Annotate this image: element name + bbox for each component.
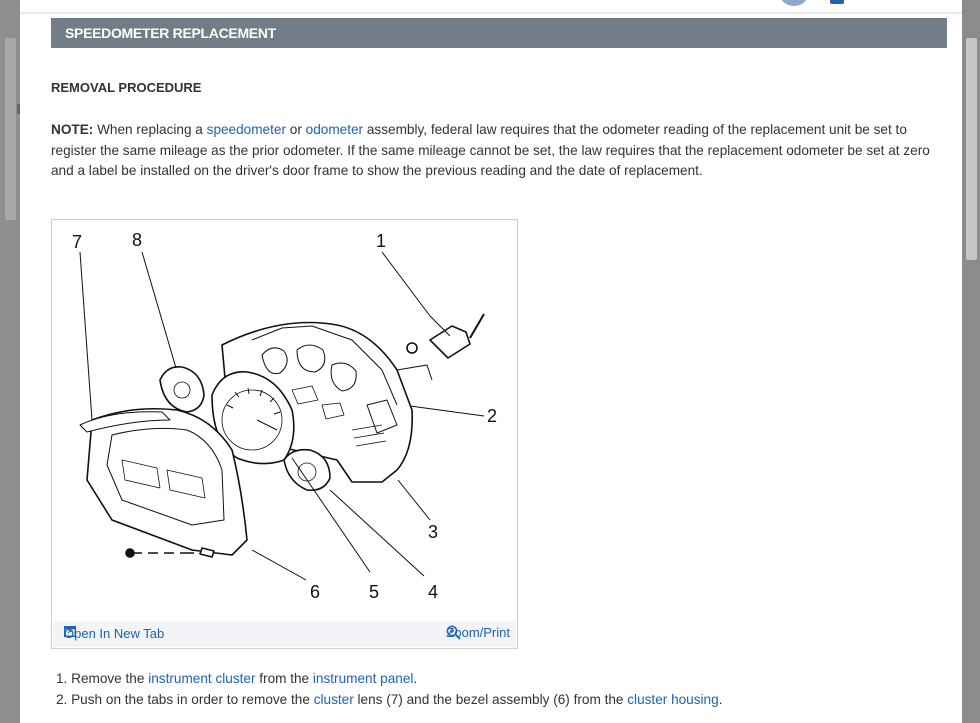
- step-number: 1.: [56, 671, 68, 686]
- new-tab-icon: [64, 626, 76, 637]
- step-text: .: [718, 692, 723, 707]
- list-item: 2. Push on the tabs in order to remove t…: [56, 689, 722, 710]
- list-item: 1. Remove the instrument cluster from th…: [56, 668, 722, 689]
- note-paragraph: NOTE: When replacing a speedometer or od…: [51, 120, 941, 182]
- instrument-cluster-link[interactable]: instrument cluster: [148, 671, 255, 686]
- step-text: Push on the tabs in order to remove the: [67, 692, 314, 707]
- left-gutter: [0, 0, 20, 723]
- cluster-link[interactable]: cluster: [314, 692, 354, 707]
- callout-4: 4: [428, 582, 438, 602]
- note-text: or: [286, 122, 306, 137]
- callout-3: 3: [428, 522, 438, 542]
- toolbar-icon[interactable]: [830, 0, 844, 4]
- callout-1: 1: [376, 231, 386, 251]
- callout-2: 2: [487, 406, 497, 426]
- odometer-link[interactable]: odometer: [306, 122, 363, 137]
- speedometer-link[interactable]: speedometer: [207, 122, 286, 137]
- top-toolbar: [20, 0, 962, 13]
- step-text: from the: [255, 671, 313, 686]
- callout-8: 8: [132, 230, 142, 250]
- step-text: lens (7) and the bezel assembly (6) from…: [353, 692, 628, 707]
- exploded-view-figure: 1 2 3 4 5 6 7 8 Open In New Tab Zoom/Pri…: [51, 219, 518, 649]
- right-scrollbar-thumb[interactable]: [966, 38, 977, 260]
- callout-7: 7: [72, 232, 82, 252]
- avatar[interactable]: [780, 0, 808, 6]
- step-text: Remove the: [67, 671, 149, 686]
- zoom-icon: [447, 625, 462, 640]
- left-scrollbar-thumb[interactable]: [5, 38, 16, 220]
- callout-6: 6: [310, 582, 320, 602]
- figure-toolbar: Open In New Tab Zoom/Print: [53, 621, 516, 647]
- step-text: .: [413, 671, 418, 686]
- callout-5: 5: [369, 582, 379, 602]
- cluster-housing-link[interactable]: cluster housing: [627, 692, 718, 707]
- zoom-print-link[interactable]: Zoom/Print: [446, 625, 510, 640]
- right-scrollbar[interactable]: [962, 0, 980, 723]
- section-title: REMOVAL PROCEDURE: [51, 80, 202, 95]
- step-number: 2.: [56, 692, 68, 707]
- note-label: NOTE:: [51, 122, 94, 137]
- note-text: When replacing a: [93, 122, 207, 137]
- document-page: SPEEDOMETER REPLACEMENT REMOVAL PROCEDUR…: [20, 0, 962, 723]
- instrument-panel-link[interactable]: instrument panel: [313, 671, 414, 686]
- open-in-new-tab-label: Open In New Tab: [64, 626, 165, 641]
- open-in-new-tab-link[interactable]: Open In New Tab: [64, 626, 164, 641]
- instrument-cluster-diagram: 1 2 3 4 5 6 7 8: [72, 230, 497, 602]
- page-title: SPEEDOMETER REPLACEMENT: [51, 18, 947, 48]
- procedure-steps: 1. Remove the instrument cluster from th…: [56, 668, 722, 710]
